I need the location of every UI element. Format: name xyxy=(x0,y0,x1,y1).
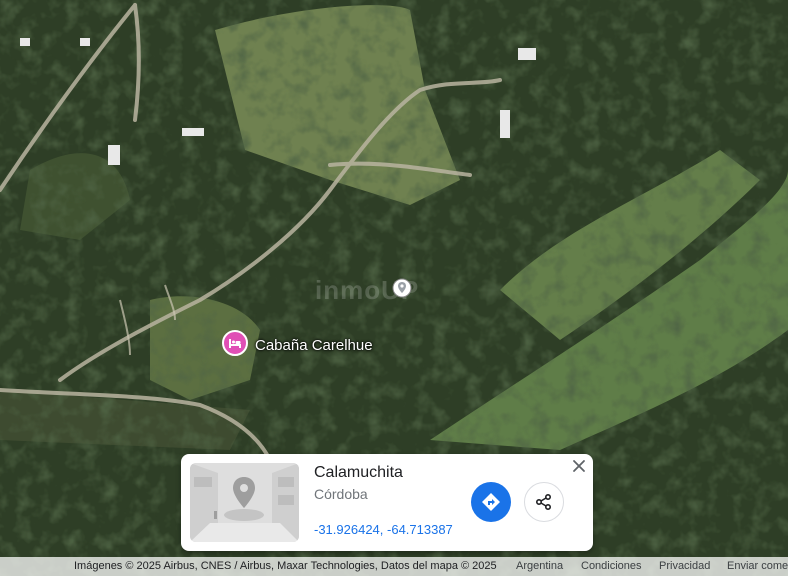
country-link[interactable]: Argentina xyxy=(516,560,563,572)
share-icon xyxy=(535,493,552,511)
bed-icon xyxy=(229,339,241,348)
street-view-illustration xyxy=(190,463,299,542)
poi-label[interactable]: Cabaña Carelhue xyxy=(255,337,373,354)
hotel-pin[interactable] xyxy=(222,330,248,356)
place-title: Calamuchita xyxy=(314,464,403,481)
street-view-thumbnail[interactable] xyxy=(190,463,299,542)
close-icon[interactable] xyxy=(571,458,587,474)
directions-button[interactable] xyxy=(471,482,511,522)
attribution-text: Imágenes © 2025 Airbus, CNES / Airbus, M… xyxy=(74,560,497,572)
coordinates-link[interactable]: -31.926424, -64.713387 xyxy=(314,522,453,537)
place-subtitle: Córdoba xyxy=(314,486,368,502)
directions-icon xyxy=(482,493,500,511)
place-info-card: Calamuchita Córdoba -31.926424, -64.7133… xyxy=(181,454,593,551)
privacy-link[interactable]: Privacidad xyxy=(659,560,710,572)
feedback-link[interactable]: Enviar comentarios xyxy=(727,560,788,572)
map-footer: Imágenes © 2025 Airbus, CNES / Airbus, M… xyxy=(0,557,788,576)
terms-link[interactable]: Condiciones xyxy=(581,560,642,572)
location-pin-icon[interactable] xyxy=(392,278,412,298)
share-button[interactable] xyxy=(524,482,564,522)
